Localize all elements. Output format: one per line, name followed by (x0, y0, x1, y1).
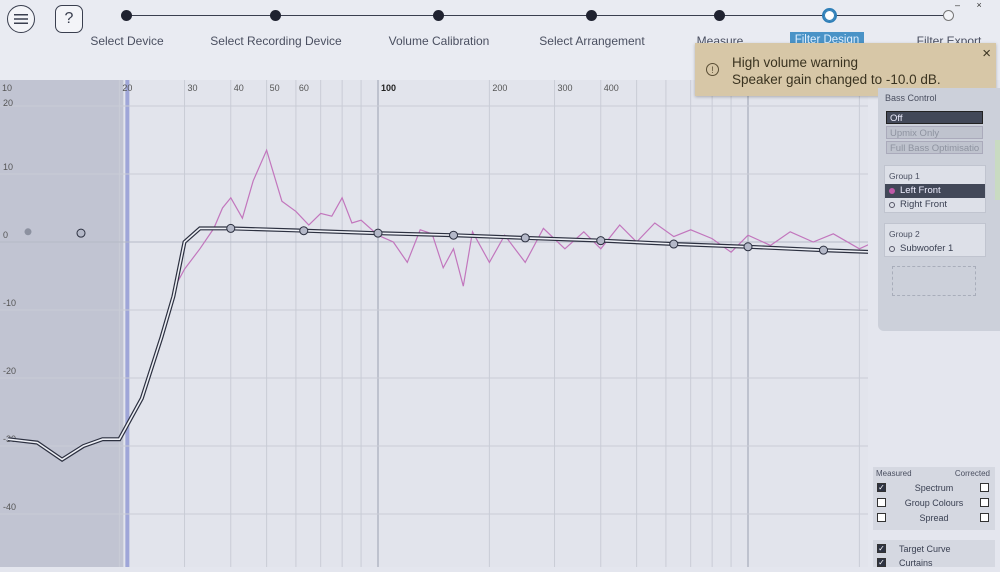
group-1-box: Group 1 Left Front Right Front (884, 165, 986, 213)
display-options-panel: Measured Corrected ✓ Spectrum Group Colo… (873, 467, 995, 530)
measured-response-line (172, 148, 1000, 290)
spectrum-corrected-checkbox[interactable] (980, 483, 989, 492)
step-done-dot (270, 10, 281, 21)
speaker-radio-icon (889, 188, 895, 194)
step-done-dot (433, 10, 444, 21)
speaker-left-front[interactable]: Left Front (885, 184, 985, 198)
step-volume-calibration[interactable]: Volume Calibration (359, 0, 519, 60)
bass-option-full-bass: Full Bass Optimisatio (886, 141, 983, 154)
y-tick-label: -20 (3, 366, 16, 376)
curtain-marker[interactable] (24, 228, 32, 236)
low-curtain-handle[interactable] (125, 80, 130, 567)
speaker-subwoofer-1[interactable]: Subwoofer 1 (885, 242, 985, 256)
speaker-radio-icon (889, 246, 895, 252)
x-tick-label: 200 (492, 83, 507, 93)
group-title: Group 2 (889, 229, 920, 239)
y-tick-label: 0 (3, 230, 8, 240)
curtains-checkbox[interactable]: ✓ (877, 558, 886, 567)
x-tick-label: 400 (604, 83, 619, 93)
step-label: Select Device (90, 34, 164, 48)
low-curtain (0, 80, 124, 567)
curve-options-panel: ✓ Target Curve ✓ Curtains (873, 540, 995, 570)
eq-control-point[interactable] (373, 228, 383, 238)
group-colours-corrected-checkbox[interactable] (980, 498, 989, 507)
x-tick-label: 60 (299, 83, 309, 93)
eq-control-point[interactable] (596, 236, 606, 246)
eq-control-point[interactable] (819, 245, 829, 255)
window-close-button[interactable]: × (977, 0, 982, 10)
eq-control-point[interactable] (743, 242, 753, 252)
target-curve-checkbox[interactable]: ✓ (877, 544, 886, 553)
option-spread: Spread (873, 511, 995, 525)
chart-svg[interactable]: 1020304050601002003004001K2K3K4K20100-10… (0, 80, 1000, 567)
step-select-device[interactable]: Select Device (47, 0, 207, 60)
step-active-dot (822, 8, 837, 23)
step-done-dot (121, 10, 132, 21)
side-accent-strip (995, 140, 1000, 200)
x-tick-label: 10 (2, 83, 12, 93)
x-tick-label: 300 (558, 83, 573, 93)
target-curve-line[interactable] (7, 227, 1000, 461)
eq-control-point[interactable] (520, 233, 530, 243)
step-done-dot (586, 10, 597, 21)
speaker-radio-icon (889, 202, 895, 208)
speaker-label: Right Front (900, 199, 947, 210)
eq-control-point[interactable] (669, 239, 679, 249)
x-tick-label: 40 (234, 83, 244, 93)
step-done-dot (714, 10, 725, 21)
eq-control-point[interactable] (226, 223, 236, 233)
speaker-label: Left Front (900, 185, 941, 196)
bass-option-upmix-only: Upmix Only (886, 126, 983, 139)
step-future-dot (943, 10, 954, 21)
x-tick-label: 100 (381, 83, 396, 93)
option-label: Spread (919, 513, 949, 523)
new-group-drop-zone[interactable] (892, 266, 976, 296)
option-label: Spectrum (914, 483, 954, 493)
speaker-label: Subwoofer 1 (900, 243, 954, 254)
step-label: Select Recording Device (210, 34, 342, 48)
eq-control-point[interactable] (449, 230, 459, 240)
option-label: Group Colours (904, 498, 964, 508)
option-curtains: ✓ Curtains (873, 556, 995, 570)
step-label: Volume Calibration (388, 34, 490, 48)
option-spectrum: ✓ Spectrum (873, 481, 995, 495)
y-tick-label: -40 (3, 502, 16, 512)
y-tick-label: 20 (3, 98, 13, 108)
option-group-colours: Group Colours (873, 496, 995, 510)
speaker-panel: Bass Control Off Upmix Only Full Bass Op… (878, 88, 1000, 331)
minimize-button[interactable]: – (955, 0, 960, 10)
bass-option-off[interactable]: Off (886, 111, 983, 124)
menu-button[interactable] (7, 5, 35, 33)
option-target-curve: ✓ Target Curve (873, 542, 995, 556)
corrected-header: Corrected (954, 469, 990, 478)
toast-close-button[interactable]: × (982, 45, 991, 62)
toast-title: High volume warning (732, 55, 859, 70)
bass-control-title: Bass Control (885, 93, 937, 103)
x-tick-label: 20 (122, 83, 132, 93)
eq-control-point[interactable] (299, 226, 309, 236)
measured-header: Measured (876, 469, 912, 478)
frequency-response-chart[interactable]: 1020304050601002003004001K2K3K4K20100-10… (0, 80, 1000, 567)
y-tick-label: 10 (3, 162, 13, 172)
target-curve-outline (7, 226, 1000, 462)
spread-corrected-checkbox[interactable] (980, 513, 989, 522)
x-tick-label: 50 (270, 83, 280, 93)
low-cut-control-point[interactable] (76, 228, 86, 238)
x-tick-label: 30 (188, 83, 198, 93)
group-title: Group 1 (889, 171, 920, 181)
window-controls: – × (955, 0, 982, 10)
speaker-right-front[interactable]: Right Front (885, 198, 985, 212)
step-select-recording-device[interactable]: Select Recording Device (196, 0, 356, 60)
group-2-box: Group 2 Subwoofer 1 (884, 223, 986, 257)
toast-message: Speaker gain changed to -10.0 dB. (732, 72, 941, 87)
option-label: Curtains (899, 558, 933, 568)
option-label: Target Curve (899, 544, 951, 554)
hamburger-icon (14, 14, 28, 24)
info-icon: ! (706, 63, 719, 76)
y-tick-label: -10 (3, 298, 16, 308)
